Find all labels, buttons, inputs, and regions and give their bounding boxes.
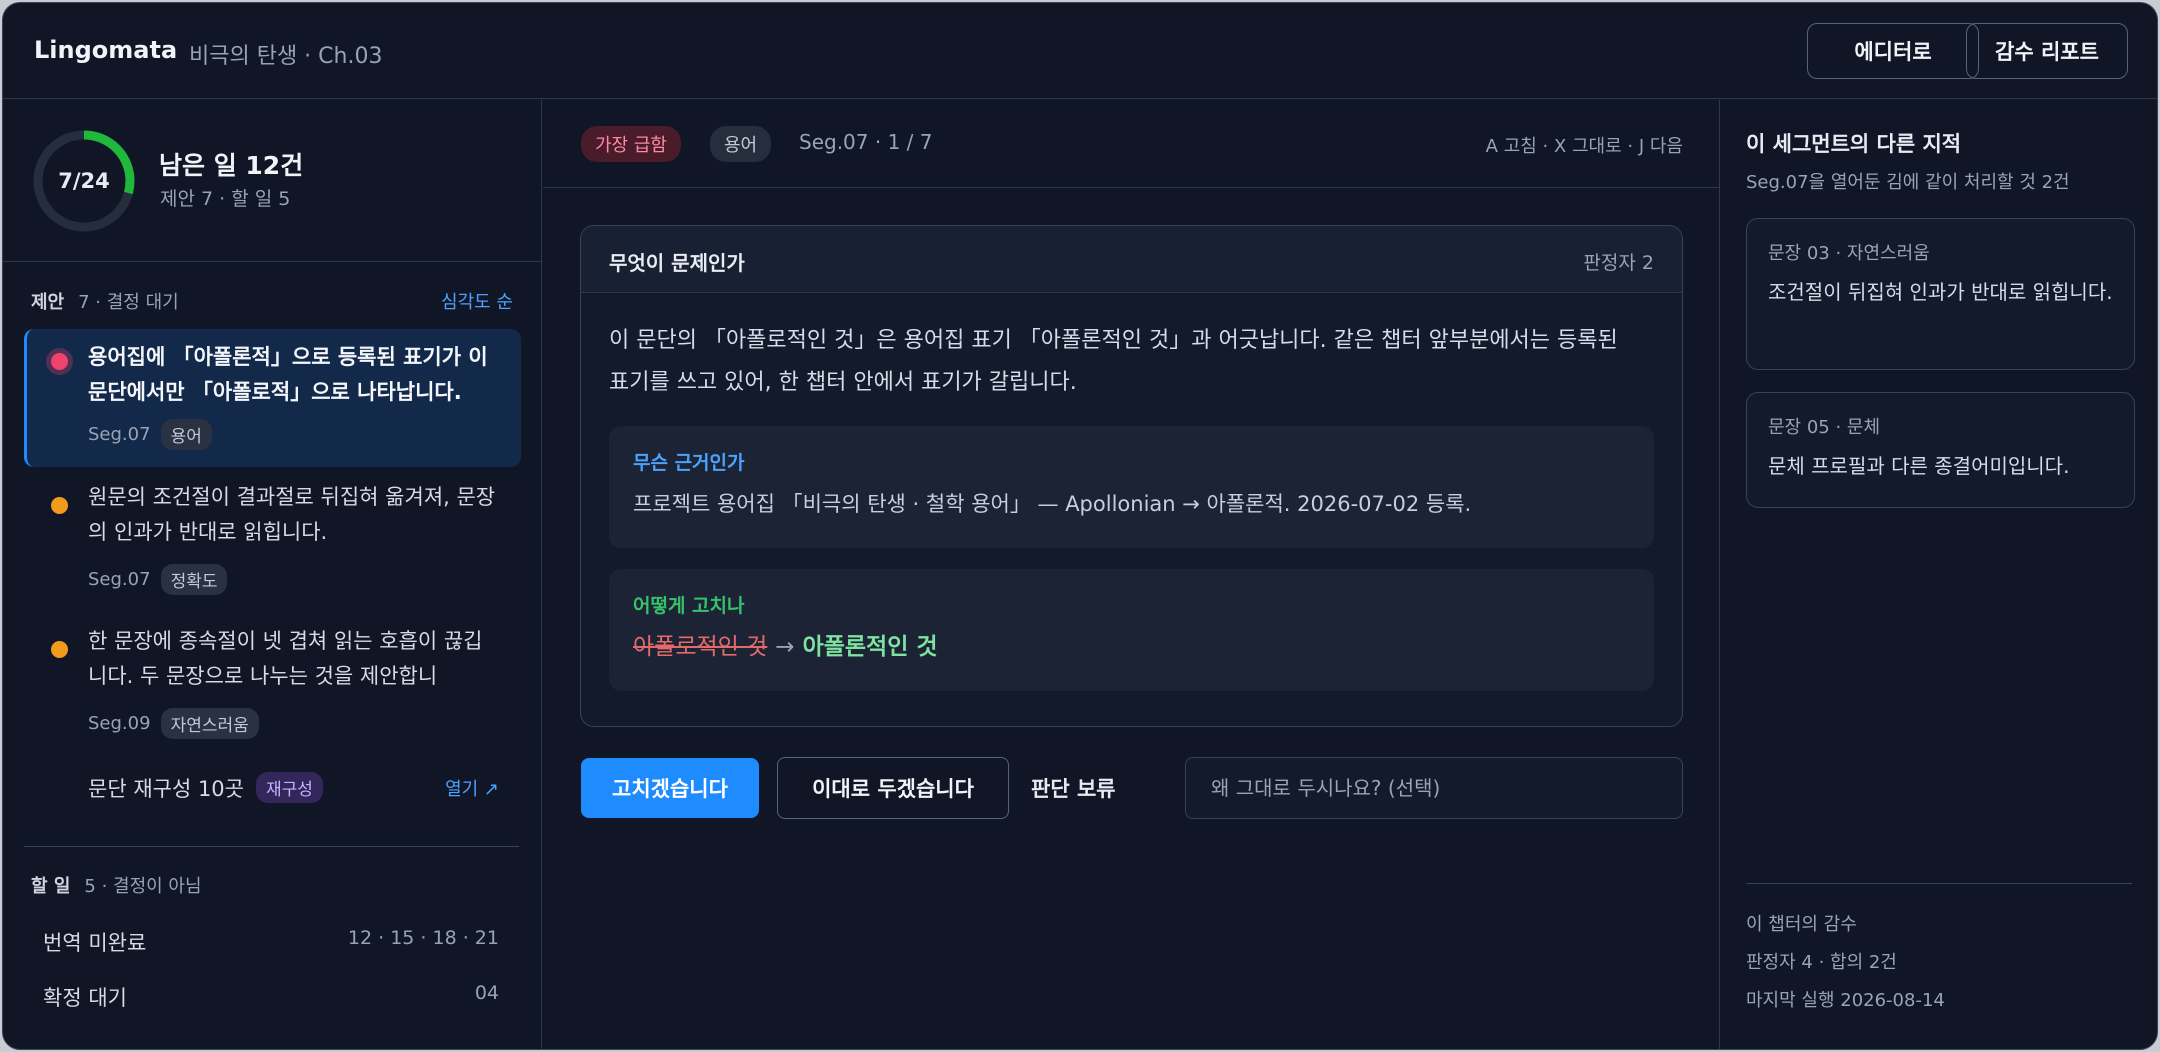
related-item-meta: 문장 05 · 문체	[1768, 417, 1881, 438]
remaining-count: 남은 일 12건	[159, 151, 304, 180]
detail-toolbar: 가장 급함 용어 Seg.07 · 1 / 7 A 고침 · X 그대로 · J…	[543, 100, 1719, 188]
category-chip: 정확도	[160, 564, 228, 595]
related-item[interactable]: 문장 05 · 문체 문체 프로필과 다른 종결어미입니다.	[1746, 392, 2135, 508]
issue-card-title: 무엇이 문제인가	[609, 251, 745, 275]
related-item-meta: 문장 03 · 자연스러움	[1768, 243, 1930, 264]
category-chip: 자연스러움	[160, 708, 259, 739]
review-sidebar: 7/24 남은 일 12건 제안 7 · 할 일 5 제안 7 · 결정 대기 심…	[3, 100, 542, 1049]
review-report-button[interactable]: 감수 리포트	[1966, 23, 2128, 79]
problem-description: 이 문단의 「아폴로적인 것」은 용어집 표기 「아폴론적인 것」과 어긋납니다…	[609, 328, 1618, 395]
suggestions-heading: 제안	[31, 292, 65, 313]
issue-card: 무엇이 문제인가 판정자 2 이 문단의 「아폴로적인 것」은 용어집 표기 「…	[580, 225, 1683, 727]
segment-position: Seg.07 · 1 / 7	[799, 130, 933, 154]
keep-reason-input[interactable]	[1185, 757, 1683, 819]
arrow-right-icon: →	[775, 634, 795, 660]
divider	[3, 261, 541, 262]
sort-by-severity-link[interactable]: 심각도 순	[441, 288, 513, 314]
todo-label: 확정 대기	[43, 986, 127, 1010]
critical-severity-icon	[51, 353, 68, 370]
chapter-review-last-run: 마지막 실행 2026-08-14	[1746, 990, 1945, 1011]
remaining-breakdown: 제안 7 · 할 일 5	[160, 188, 291, 210]
fix-diff: 아폴로적인 것 → 아폴론적인 것	[633, 627, 938, 661]
suggestion-item[interactable]: 한 문장에 종속절이 넷 겹쳐 읽는 호흡이 끊깁니다. 두 문장으로 나누는 …	[24, 624, 521, 759]
todo-heading: 할 일	[31, 876, 71, 897]
warning-severity-icon	[51, 641, 68, 658]
chapter-review-title: 이 챕터의 감수	[1746, 914, 1857, 935]
category-tag: 용어	[710, 126, 772, 162]
related-item-text: 조건절이 뒤집혀 인과가 반대로 읽힙니다.	[1768, 280, 2113, 304]
segment-id: Seg.07	[88, 424, 151, 445]
defer-button[interactable]: 판단 보류	[1031, 773, 1116, 803]
fix-box: 어떻게 고치나 아폴로적인 것 → 아폴론적인 것	[609, 569, 1654, 691]
todo-count: 5 · 결정이 아님	[84, 876, 202, 897]
apply-fix-button[interactable]: 고치겠습니다	[581, 758, 759, 818]
suggestion-text: 용어집에 「아폴론적」으로 등록된 표기가 이 문단에서만 「아폴로적」으로 나…	[88, 345, 488, 404]
divider	[1746, 883, 2132, 884]
todo-row-untranslated[interactable]: 번역 미완료 12 · 15 · 18 · 21	[43, 927, 499, 957]
suggestion-item[interactable]: 원문의 조건절이 결과절로 뒤집혀 옮겨져, 문장의 인과가 반대로 읽힙니다.…	[24, 480, 521, 615]
segment-id: Seg.07	[88, 569, 151, 590]
top-bar: Lingomata 비극의 탄생 · Ch.03 에디터로 감수 리포트	[3, 3, 2157, 99]
todo-row-pending[interactable]: 확정 대기 04	[43, 982, 499, 1012]
suggestions-header: 제안 7 · 결정 대기	[31, 288, 179, 314]
restructure-row: 문단 재구성 10곳 재구성	[88, 772, 323, 803]
detail-panel: 가장 급함 용어 Seg.07 · 1 / 7 A 고침 · X 그대로 · J…	[543, 100, 1720, 1049]
category-chip: 용어	[160, 419, 212, 450]
urgency-tag: 가장 급함	[581, 126, 681, 162]
keep-as-is-button[interactable]: 이대로 두겠습니다	[777, 757, 1009, 819]
app-window: Lingomata 비극의 탄생 · Ch.03 에디터로 감수 리포트 7/2…	[2, 2, 2158, 1050]
chapter-review-judges: 판정자 4 · 합의 2건	[1746, 952, 1897, 973]
todo-header: 할 일 5 · 결정이 아님	[31, 872, 202, 898]
issue-card-header: 무엇이 문제인가 판정자 2	[581, 226, 1682, 293]
todo-value: 04	[474, 982, 499, 1004]
suggestion-text: 한 문장에 종속절이 넷 겹쳐 읽는 호흡이 끊깁니다. 두 문장으로 나누는 …	[88, 629, 483, 688]
related-subtitle: Seg.07을 열어둔 김에 같이 처리할 것 2건	[1746, 172, 2070, 193]
segment-id: Seg.09	[88, 713, 151, 734]
related-item-text: 문체 프로필과 다른 종결어미입니다.	[1768, 454, 2070, 478]
judge-count: 판정자 2	[1583, 252, 1654, 274]
related-panel: 이 세그먼트의 다른 지적 Seg.07을 열어둔 김에 같이 처리할 것 2건…	[1721, 100, 2157, 1049]
related-item[interactable]: 문장 03 · 자연스러움 조건절이 뒤집혀 인과가 반대로 읽힙니다.	[1746, 218, 2135, 370]
restructure-label: 문단 재구성 10곳	[88, 776, 244, 801]
todo-label: 번역 미완료	[43, 931, 147, 955]
brand-logo[interactable]: Lingomata	[34, 36, 177, 64]
suggestions-count: 7 · 결정 대기	[78, 292, 179, 313]
suggestion-meta: Seg.07 용어	[88, 419, 212, 450]
divider	[24, 846, 519, 847]
suggestion-text: 원문의 조건절이 결과절로 뒤집혀 옮겨져, 문장의 인과가 반대로 읽힙니다.	[88, 485, 496, 544]
todo-value: 12 · 15 · 18 · 21	[347, 927, 499, 949]
related-title: 이 세그먼트의 다른 지적	[1746, 132, 1962, 156]
fix-new-text: 아폴론적인 것	[802, 634, 938, 660]
restructure-chip: 재구성	[256, 772, 323, 803]
warning-severity-icon	[51, 497, 68, 514]
open-restructure-link[interactable]: 열기 ↗	[445, 775, 499, 801]
evidence-label: 무슨 근거인가	[633, 452, 745, 474]
editor-button[interactable]: 에디터로	[1807, 23, 1979, 79]
suggestion-item[interactable]: 용어집에 「아폴론적」으로 등록된 표기가 이 문단에서만 「아폴로적」으로 나…	[24, 329, 521, 467]
keyboard-shortcuts-hint: A 고침 · X 그대로 · J 다음	[1485, 136, 1683, 157]
progress-label: 7/24	[58, 169, 110, 193]
evidence-text: 프로젝트 용어집 「비극의 탄생 · 철학 용어」 — Apollonian →…	[633, 492, 1472, 516]
fix-label: 어떻게 고치나	[633, 595, 745, 617]
document-title: 비극의 탄생 · Ch.03	[189, 44, 383, 69]
evidence-box: 무슨 근거인가 프로젝트 용어집 「비극의 탄생 · 철학 용어」 — Apol…	[609, 426, 1654, 548]
suggestion-meta: Seg.07 정확도	[88, 564, 228, 595]
suggestion-meta: Seg.09 자연스러움	[88, 708, 259, 739]
fix-old-text: 아폴로적인 것	[633, 634, 768, 660]
